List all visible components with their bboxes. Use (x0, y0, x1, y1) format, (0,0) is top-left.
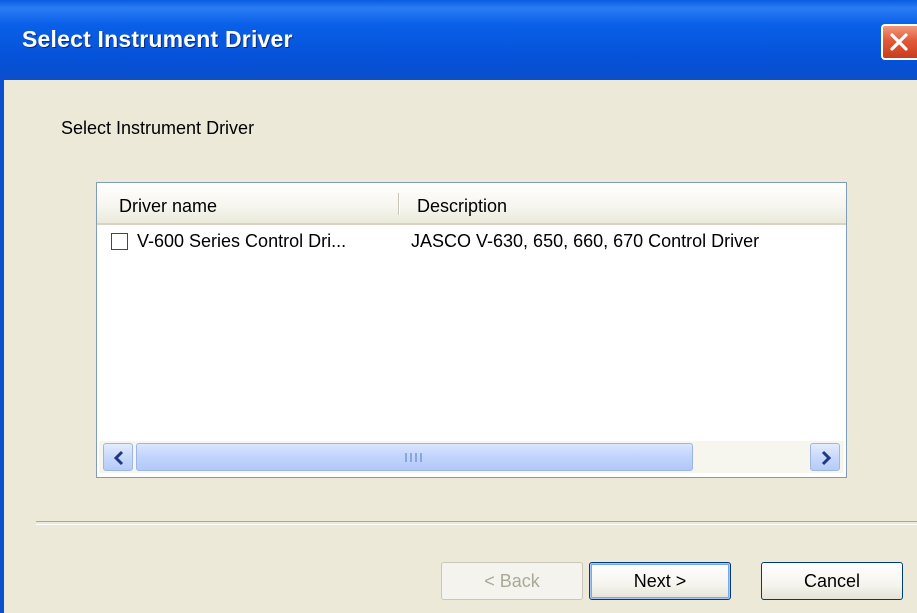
close-button[interactable] (881, 24, 917, 60)
list-header: Driver name Description (97, 183, 846, 225)
driver-name-cell: V-600 Series Control Dri... (137, 231, 347, 251)
title-bar: Select Instrument Driver (0, 0, 917, 80)
back-button[interactable]: < Back (441, 562, 583, 600)
next-button[interactable]: Next > (589, 562, 731, 600)
scroll-left-button[interactable] (103, 443, 133, 471)
driver-description-cell: JASCO V-630, 650, 660, 670 Control Drive… (411, 231, 760, 251)
footer-divider (36, 521, 917, 525)
horizontal-scrollbar[interactable] (99, 441, 844, 473)
window-title: Select Instrument Driver (22, 26, 293, 52)
chevron-left-icon (113, 450, 124, 466)
driver-checkbox[interactable] (111, 233, 128, 250)
window-frame-left (0, 80, 4, 613)
driver-list[interactable]: Driver name Description V-600 Series Con… (96, 182, 847, 478)
close-icon (890, 33, 908, 51)
cancel-button[interactable]: Cancel (761, 562, 903, 600)
scroll-thumb[interactable] (136, 443, 693, 471)
column-divider[interactable] (398, 193, 399, 215)
column-header-driver-name[interactable]: Driver name (119, 196, 217, 217)
list-row[interactable]: V-600 Series Control Dri... JASCO V-630,… (97, 227, 846, 263)
grip-icon (405, 453, 423, 462)
column-header-description[interactable]: Description (417, 196, 507, 217)
scroll-right-button[interactable] (810, 443, 840, 471)
chevron-right-icon (821, 450, 832, 466)
dialog-heading: Select Instrument Driver (61, 118, 255, 138)
